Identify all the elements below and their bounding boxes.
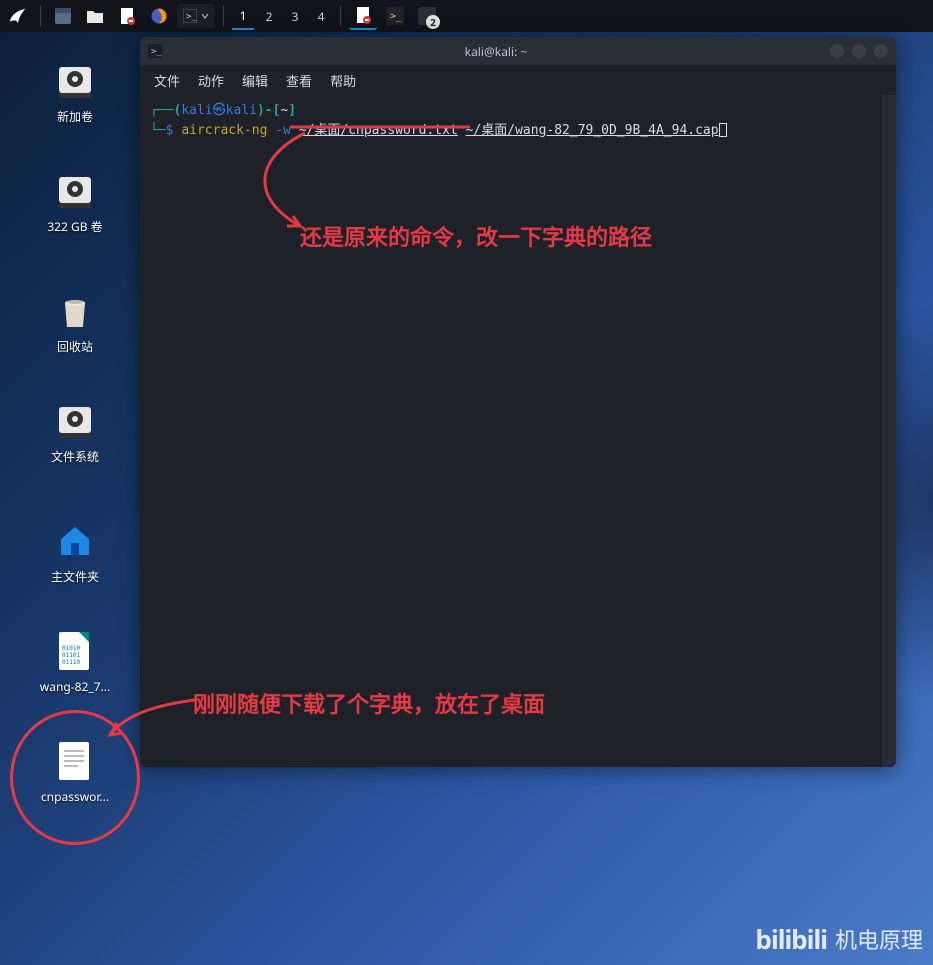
annotation-text-1: 还是原来的命令，改一下字典的路径 [300, 220, 652, 252]
badge-count: 2 [426, 15, 440, 29]
app-with-badge[interactable]: 2 [413, 2, 441, 30]
cmd-name: aircrack-ng [181, 123, 267, 138]
workspace-3[interactable]: 3 [284, 2, 306, 30]
desktop-icon-capfile[interactable]: 010100110101110 wang-82_7... [30, 630, 120, 695]
terminal-window: >_ kali@kali: ~ 文件 动作 编辑 查看 帮助 ┌──(kali㉿… [140, 37, 896, 767]
desktop-icon-label: 主文件夹 [51, 568, 99, 585]
prompt-host: kali [226, 103, 257, 118]
prompt-open: ┌──( [150, 103, 181, 118]
home-icon [54, 520, 96, 562]
desktop-icon-filesystem[interactable]: 文件系统 [30, 400, 120, 465]
svg-text:>_: >_ [390, 11, 403, 22]
prompt-at: ㉿ [213, 103, 226, 118]
desktop-icon-label: 新加卷 [57, 108, 93, 125]
menu-edit[interactable]: 编辑 [242, 71, 268, 90]
svg-text:01101: 01101 [62, 652, 80, 659]
workspace-1[interactable]: 1 [232, 2, 254, 30]
svg-text:>_: >_ [151, 47, 162, 57]
desktop-icon-trash[interactable]: 回收站 [30, 290, 120, 355]
file-icon: 010100110101110 [54, 630, 96, 672]
cmd-arg2: ~/桌面/wang-82_79_0D_9B_4A_94.cap [466, 123, 719, 138]
prompt-user: kali [181, 103, 212, 118]
kali-menu-icon[interactable] [4, 2, 32, 30]
drive-icon [54, 400, 96, 442]
menu-view[interactable]: 查看 [286, 71, 312, 90]
prompt-close2: ] [288, 103, 296, 118]
watermark-text: 机电原理 [835, 923, 923, 955]
terminal-body[interactable]: ┌──(kali㉿kali)-[~] └─$ aircrack-ng -w ~/… [140, 95, 896, 767]
bilibili-logo: bilibili [756, 921, 827, 957]
cmd-arg1: ~/桌面/cnpassword.txt [299, 123, 458, 138]
terminal-cursor [719, 123, 727, 137]
desktop-icon-label: 回收站 [57, 338, 93, 355]
desktop-icon-label: 文件系统 [51, 448, 99, 465]
window-title: kali@kali: ~ [170, 43, 822, 60]
desktop-icon-drive-1[interactable]: 新加卷 [30, 60, 120, 125]
workspace-2[interactable]: 2 [258, 2, 280, 30]
text-editor-icon[interactable] [113, 2, 141, 30]
menu-file[interactable]: 文件 [154, 71, 180, 90]
app-document-icon[interactable] [349, 2, 377, 30]
svg-text:01110: 01110 [62, 659, 80, 666]
taskbar-separator [223, 6, 224, 26]
titlebar[interactable]: >_ kali@kali: ~ [140, 37, 896, 65]
desktop-icon-drive-2[interactable]: 322 GB 卷 [30, 170, 120, 235]
svg-text:01010: 01010 [62, 645, 80, 652]
desktop-icon-label: 322 GB 卷 [47, 218, 102, 235]
menu-actions[interactable]: 动作 [198, 71, 224, 90]
prompt2-prefix: └─ [150, 123, 166, 138]
taskbar: >_ 1 2 3 4 >_ 2 [0, 0, 933, 32]
firefox-icon[interactable] [145, 2, 173, 30]
drive-icon [54, 60, 96, 102]
svg-text:>_: >_ [186, 12, 197, 22]
terminal-selector[interactable]: >_ [177, 4, 215, 28]
trash-icon [54, 290, 96, 332]
workspace-4[interactable]: 4 [310, 2, 332, 30]
cmd-flag: -w [275, 123, 291, 138]
terminal-titlebar-icon: >_ [148, 44, 162, 58]
minimize-button[interactable] [830, 44, 844, 58]
taskbar-separator [40, 6, 41, 26]
desktop-icon-label: wang-82_7... [40, 678, 110, 695]
taskbar-separator [340, 6, 341, 26]
annotation-text-2: 刚刚随便下载了个字典，放在了桌面 [193, 687, 545, 719]
maximize-button[interactable] [852, 44, 866, 58]
desktop-icon-home[interactable]: 主文件夹 [30, 520, 120, 585]
annotation-circle [10, 710, 140, 845]
file-manager-icon[interactable] [81, 2, 109, 30]
drive-icon [54, 170, 96, 212]
menu-help[interactable]: 帮助 [330, 71, 356, 90]
prompt-close: )-[ [257, 103, 280, 118]
prompt-dollar: $ [166, 123, 174, 138]
show-desktop-icon[interactable] [49, 2, 77, 30]
close-button[interactable] [874, 44, 888, 58]
menubar: 文件 动作 编辑 查看 帮助 [140, 65, 896, 95]
chevron-down-icon [201, 12, 209, 20]
app-terminal-icon[interactable]: >_ [381, 2, 409, 30]
watermark: bilibili 机电原理 [756, 921, 923, 957]
